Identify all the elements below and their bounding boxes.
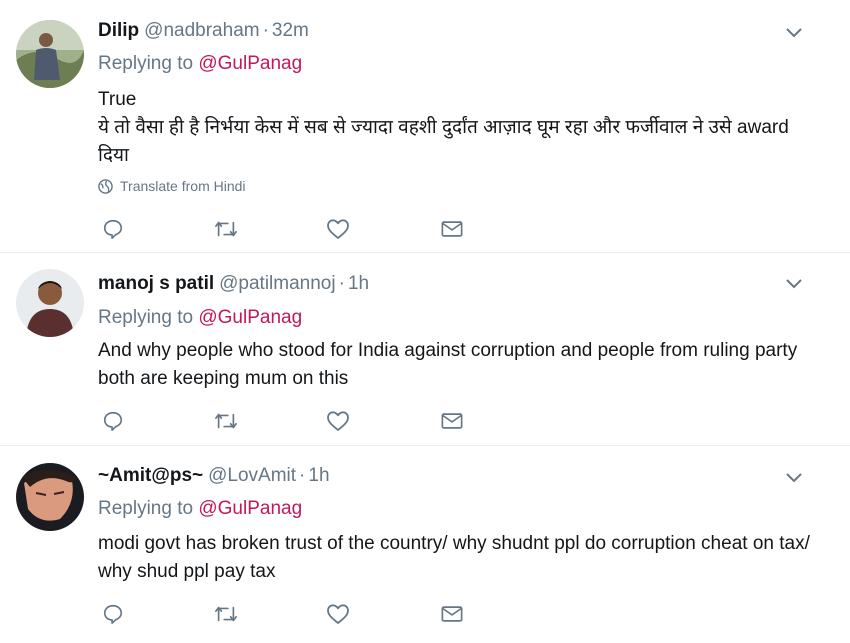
chevron-down-icon[interactable] [784,274,804,294]
tweet-feed: Dilip @nadbraham · 32m Replying to @GulPana… [0,0,850,643]
heart-icon[interactable] [325,601,351,627]
avatar[interactable] [16,463,84,531]
tweet-actions [100,408,480,434]
translate-label: Translate from Hindi [120,178,246,194]
tweet-text: And why people who stood for India again… [98,337,818,393]
mention-link[interactable]: @GulPanag [198,307,302,328]
separator: · [338,273,345,294]
chevron-down-icon[interactable] [784,23,804,43]
author-name[interactable]: Dilip [98,20,139,41]
avatar[interactable] [16,269,84,337]
translate-link[interactable]: Translate from Hindi [98,177,246,195]
replying-to: Replying to @GulPanag [98,497,302,521]
heart-icon[interactable] [325,408,351,434]
envelope-icon[interactable] [439,408,465,434]
replying-label: Replying to [98,53,194,74]
reply-icon[interactable] [100,216,126,242]
tweet[interactable]: Dilip @nadbraham · 32m Replying to @GulPana… [0,0,850,253]
author-handle[interactable]: @patilmannoj [219,273,335,294]
timestamp[interactable]: 1h [308,465,329,486]
tweet-text: True ये तो वैसा ही है निर्भया केस में सब… [98,86,818,170]
tweet-text-line: True [98,89,137,110]
envelope-icon[interactable] [439,601,465,627]
reply-icon[interactable] [100,601,126,627]
replying-label: Replying to [98,307,194,328]
tweet-actions [100,601,480,627]
author-name[interactable]: ~Amit@ps~ [98,465,203,486]
reply-icon[interactable] [100,408,126,434]
retweet-icon[interactable] [213,408,239,434]
replying-to: Replying to @GulPanag [98,52,302,76]
timestamp[interactable]: 32m [272,20,309,41]
mention-link[interactable]: @GulPanag [198,53,302,74]
avatar[interactable] [16,20,84,88]
separator: · [299,465,306,486]
timestamp[interactable]: 1h [348,273,369,294]
author-handle[interactable]: @nadbraham [144,20,259,41]
envelope-icon[interactable] [439,216,465,242]
globe-icon [98,178,113,194]
author-handle[interactable]: @LovAmit [208,465,296,486]
chevron-down-icon[interactable] [784,468,804,488]
retweet-icon[interactable] [213,216,239,242]
tweet-text-line: modi govt has broken trust of the countr… [98,533,810,582]
tweet-text-line: ये तो वैसा ही है निर्भया केस में सब से ज… [98,117,789,166]
retweet-icon[interactable] [213,601,239,627]
heart-icon[interactable] [325,216,351,242]
replying-to: Replying to @GulPanag [98,306,302,330]
tweet[interactable]: ~Amit@ps~ @LovAmit · 1h Replying to @GulPan… [0,446,850,643]
tweet[interactable]: manoj s patil @patilmannoj · 1h Replying to… [0,253,850,446]
tweet-text-line: And why people who stood for India again… [98,340,798,389]
author-name[interactable]: manoj s patil [98,273,214,294]
tweet-text: modi govt has broken trust of the countr… [98,530,818,586]
mention-link[interactable]: @GulPanag [198,498,302,519]
replying-label: Replying to [98,498,194,519]
separator: · [262,20,269,41]
tweet-actions [100,216,480,242]
